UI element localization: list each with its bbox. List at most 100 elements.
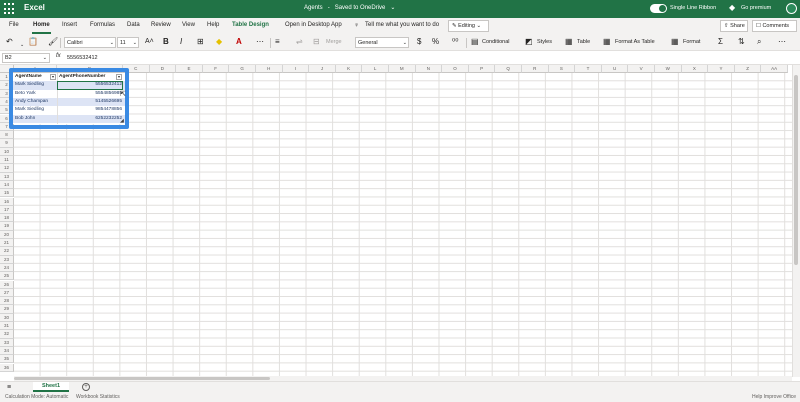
table-icon[interactable]: ▦ bbox=[565, 37, 573, 47]
row-header[interactable]: 4 bbox=[0, 97, 14, 107]
app-launcher-icon[interactable] bbox=[4, 3, 16, 15]
row-header[interactable]: 7 bbox=[0, 122, 14, 132]
column-header[interactable]: F bbox=[202, 65, 230, 73]
sort-filter-icon[interactable]: ⇅ bbox=[738, 37, 745, 47]
font-size-select[interactable]: 11 ⌄ bbox=[117, 37, 139, 48]
find-search-icon[interactable]: ⌕ bbox=[757, 37, 761, 47]
go-premium-link[interactable]: Go premium bbox=[741, 5, 771, 11]
row-header[interactable]: 21 bbox=[0, 239, 14, 248]
styles-icon[interactable]: ◩ bbox=[525, 37, 533, 47]
column-header[interactable]: H bbox=[256, 65, 283, 73]
row-header[interactable]: 29 bbox=[0, 305, 14, 314]
editing-mode-button[interactable]: ✎ Editing ⌄ bbox=[448, 20, 489, 32]
font-color-icon[interactable]: A bbox=[236, 37, 242, 47]
row-header[interactable]: 14 bbox=[0, 180, 14, 190]
column-header[interactable]: W bbox=[655, 65, 682, 73]
vertical-scroll-thumb[interactable] bbox=[794, 75, 798, 265]
column-header[interactable]: B bbox=[57, 65, 123, 73]
column-header[interactable]: Y bbox=[708, 65, 735, 73]
avatar[interactable] bbox=[786, 3, 797, 14]
bold-icon[interactable]: B bbox=[163, 37, 169, 47]
format-painter-icon[interactable]: 🖌 bbox=[48, 37, 58, 47]
row-header[interactable]: 31 bbox=[0, 322, 14, 331]
decimal-icon[interactable]: ⁰⁰ bbox=[452, 37, 458, 47]
italic-icon[interactable]: I bbox=[180, 37, 182, 47]
sheet-tab-sheet1[interactable]: Sheet1 bbox=[33, 382, 69, 392]
table-row[interactable]: Beto Yark 5554856985 bbox=[13, 90, 125, 98]
autosum-icon[interactable]: Σ bbox=[718, 37, 723, 47]
row-header[interactable]: 3 bbox=[0, 89, 14, 98]
agent-name-cell[interactable]: Bob John bbox=[15, 115, 57, 123]
tab-file[interactable]: File bbox=[9, 22, 19, 28]
tab-formulas[interactable]: Formulas bbox=[90, 22, 115, 28]
agent-phone-cell[interactable]: 5145526695 bbox=[59, 98, 122, 106]
column-header[interactable]: AA bbox=[761, 65, 788, 73]
row-header[interactable]: 25 bbox=[0, 272, 14, 281]
column-header[interactable]: U bbox=[601, 65, 629, 73]
row-header[interactable]: 2 bbox=[0, 81, 14, 90]
name-box[interactable]: B2 ⌄ bbox=[2, 53, 50, 63]
column-header[interactable]: Z bbox=[734, 65, 762, 73]
row-header[interactable]: 20 bbox=[0, 230, 14, 239]
format-as-table-icon[interactable]: ▦ bbox=[603, 37, 611, 47]
paste-icon[interactable]: 📋 bbox=[28, 37, 38, 47]
row-header[interactable]: 19 bbox=[0, 222, 14, 231]
select-all-corner[interactable] bbox=[0, 65, 14, 73]
row-header[interactable]: 32 bbox=[0, 330, 14, 339]
column-header[interactable]: A bbox=[14, 65, 57, 73]
tell-me-search[interactable]: Tell me what you want to do bbox=[365, 22, 439, 28]
share-button[interactable]: ⇧ Share bbox=[720, 20, 748, 32]
horizontal-scroll-thumb[interactable] bbox=[14, 377, 270, 380]
number-format-select[interactable]: General ⌄ bbox=[355, 37, 409, 48]
row-header[interactable]: 16 bbox=[0, 197, 14, 206]
column-header[interactable]: J bbox=[309, 65, 336, 73]
row-header[interactable]: 9 bbox=[0, 139, 14, 148]
row-header[interactable]: 15 bbox=[0, 189, 14, 198]
function-icon[interactable]: fx bbox=[56, 53, 61, 59]
agent-name-cell[interactable]: Beto Yark bbox=[15, 90, 57, 98]
styles-button[interactable]: Styles bbox=[537, 39, 552, 45]
agent-name-cell[interactable]: Mark Siedling bbox=[15, 106, 57, 114]
row-header[interactable]: 13 bbox=[0, 172, 14, 181]
column-header[interactable]: D bbox=[149, 65, 177, 73]
align-icon[interactable]: ≡ bbox=[275, 37, 280, 47]
row-header[interactable]: 1 bbox=[0, 73, 14, 82]
document-title[interactable]: Agents - Saved to OneDrive ⌄ bbox=[304, 4, 400, 11]
row-header[interactable]: 6 bbox=[0, 114, 14, 123]
row-header[interactable]: 26 bbox=[0, 280, 14, 289]
undo-icon[interactable]: ↶ bbox=[6, 37, 13, 47]
row-header[interactable]: 8 bbox=[0, 131, 14, 140]
column-header[interactable]: O bbox=[442, 65, 469, 73]
row-header[interactable]: 30 bbox=[0, 313, 14, 322]
tab-view[interactable]: View bbox=[182, 22, 195, 28]
table-row[interactable]: Mark Siedling 9854478856 bbox=[13, 106, 125, 114]
column-header[interactable]: P bbox=[468, 65, 496, 73]
format-cells-icon[interactable]: ▦ bbox=[671, 37, 679, 47]
column-header[interactable]: R bbox=[522, 65, 549, 73]
filter-dropdown-icon[interactable]: ▾ bbox=[116, 74, 122, 80]
cell-grid[interactable] bbox=[14, 73, 800, 377]
table-row[interactable]: Andy Champan 5145526695 bbox=[13, 97, 125, 107]
percent-icon[interactable]: % bbox=[432, 37, 439, 47]
add-sheet-icon[interactable]: + bbox=[82, 383, 90, 391]
agent-phone-cell[interactable]: 9854478856 bbox=[59, 106, 122, 114]
open-desktop-app-link[interactable]: Open in Desktop App bbox=[285, 22, 342, 28]
font-name-select[interactable]: Calibri ⌄ bbox=[64, 37, 116, 48]
column-header[interactable]: G bbox=[229, 65, 256, 73]
row-header[interactable]: 23 bbox=[0, 255, 14, 264]
column-header[interactable]: I bbox=[282, 65, 310, 73]
column-header[interactable]: T bbox=[575, 65, 602, 73]
row-header[interactable]: 5 bbox=[0, 106, 14, 115]
borders-icon[interactable]: ⊞ bbox=[197, 37, 204, 47]
column-header[interactable]: L bbox=[362, 65, 389, 73]
row-header[interactable]: 34 bbox=[0, 346, 14, 356]
table-button[interactable]: Table bbox=[577, 39, 590, 45]
row-header[interactable]: 24 bbox=[0, 263, 14, 273]
tab-review[interactable]: Review bbox=[151, 22, 171, 28]
conditional-format-icon[interactable]: ▤ bbox=[471, 37, 479, 47]
tab-home[interactable]: Home bbox=[33, 22, 50, 28]
tab-insert[interactable]: Insert bbox=[62, 22, 77, 28]
sheets-menu-icon[interactable]: ≡ bbox=[7, 383, 11, 392]
comments-button[interactable]: ☐ Comments bbox=[752, 20, 797, 32]
help-improve-office-link[interactable]: Help Improve Office bbox=[752, 394, 796, 400]
